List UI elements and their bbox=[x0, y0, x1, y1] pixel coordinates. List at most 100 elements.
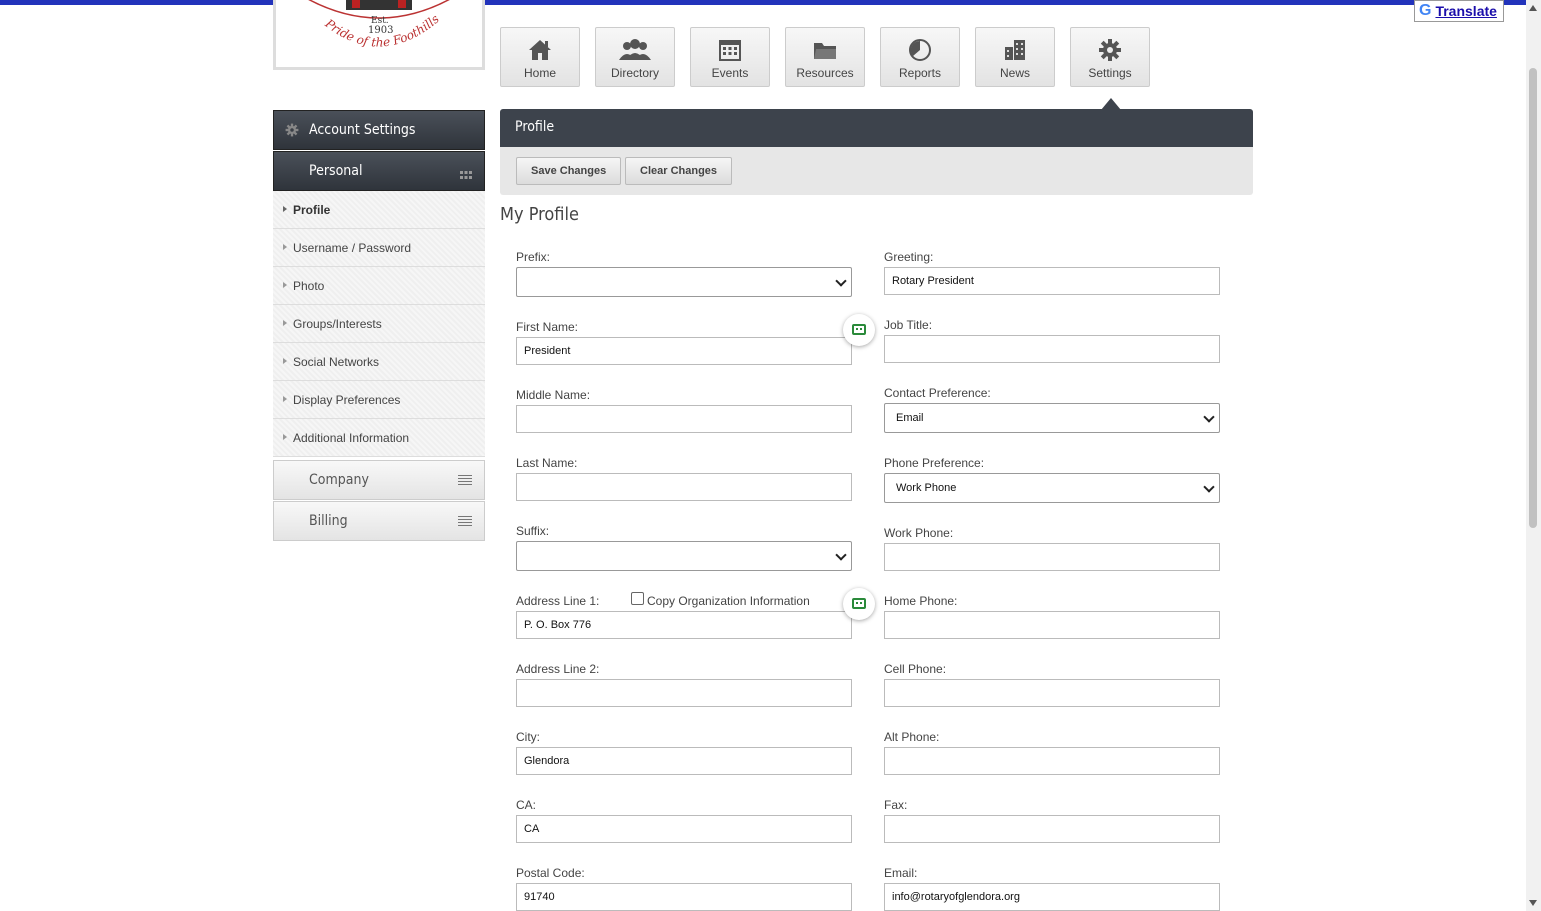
prefix-label: Prefix: bbox=[516, 250, 551, 264]
copy-organization-checkbox[interactable] bbox=[631, 592, 644, 605]
last-name-label: Last Name: bbox=[516, 456, 578, 470]
google-translate-widget[interactable]: G Translate bbox=[1414, 0, 1504, 22]
nav-events[interactable]: Events bbox=[690, 27, 770, 87]
autofill-address-icon[interactable] bbox=[843, 588, 875, 620]
calendar-icon bbox=[691, 38, 769, 64]
arrow-right-icon bbox=[283, 358, 287, 364]
sidebar-item-label: Groups/Interests bbox=[293, 317, 382, 331]
email-label: Email: bbox=[884, 866, 918, 880]
nav-directory-label: Directory bbox=[610, 66, 659, 80]
state-field[interactable]: CA bbox=[516, 815, 852, 843]
sidebar-personal-label: Personal bbox=[309, 163, 363, 179]
arrow-right-icon bbox=[283, 396, 287, 402]
nav-settings[interactable]: Settings bbox=[1070, 27, 1150, 110]
middle-name-field[interactable] bbox=[516, 405, 852, 433]
work-phone-label: Work Phone: bbox=[884, 526, 954, 540]
phone-preference-value: Work Phone bbox=[896, 482, 957, 494]
nav-news-label: News bbox=[999, 66, 1030, 80]
arrow-right-icon bbox=[283, 244, 287, 250]
alt-phone-field[interactable] bbox=[884, 747, 1220, 775]
cell-phone-label: Cell Phone: bbox=[884, 662, 947, 676]
nav-reports[interactable]: Reports bbox=[880, 27, 960, 87]
sidebar-account-settings: Account Settings bbox=[273, 110, 485, 150]
page-scrollbar[interactable] bbox=[1526, 0, 1541, 911]
home-phone-field[interactable] bbox=[884, 611, 1220, 639]
job-title-field[interactable] bbox=[884, 335, 1220, 363]
sidebar-item-photo[interactable]: Photo bbox=[273, 267, 485, 305]
nav-home-label: Home bbox=[523, 66, 556, 80]
section-title: My Profile bbox=[500, 204, 579, 225]
state-label: CA: bbox=[516, 798, 537, 812]
nav-resources[interactable]: Resources bbox=[785, 27, 865, 87]
home-icon bbox=[501, 38, 579, 64]
sidebar-item-additional-information[interactable]: Additional Information bbox=[273, 419, 485, 457]
sidebar-item-display-preferences[interactable]: Display Preferences bbox=[273, 381, 485, 419]
scroll-down-arrow-icon[interactable] bbox=[1529, 900, 1537, 906]
nav-directory[interactable]: Directory bbox=[595, 27, 675, 87]
scroll-up-arrow-icon[interactable] bbox=[1529, 5, 1537, 11]
sidebar-item-label: Username / Password bbox=[293, 241, 412, 255]
sidebar-section-company[interactable]: Company bbox=[273, 460, 485, 500]
chevron-down-icon bbox=[835, 275, 847, 287]
address1-field[interactable]: P. O. Box 776 bbox=[516, 611, 852, 639]
sidebar-item-label: Photo bbox=[293, 279, 325, 293]
first-name-field[interactable]: President bbox=[516, 337, 852, 365]
arrow-right-icon bbox=[283, 282, 287, 288]
scrollbar-thumb[interactable] bbox=[1529, 68, 1537, 528]
folder-icon bbox=[786, 38, 864, 64]
nav-resources-label: Resources bbox=[796, 66, 854, 80]
address2-field[interactable] bbox=[516, 679, 852, 707]
sidebar-item-social-networks[interactable]: Social Networks bbox=[273, 343, 485, 381]
translate-link[interactable]: Translate bbox=[1435, 3, 1496, 19]
city-field[interactable]: Glendora bbox=[516, 747, 852, 775]
sidebar-section-personal[interactable]: Personal bbox=[273, 151, 485, 191]
email-field[interactable]: info@rotaryofglendora.org bbox=[884, 883, 1220, 911]
gear-icon bbox=[1071, 38, 1149, 64]
address1-label: Address Line 1: bbox=[516, 594, 600, 608]
sidebar-company-label: Company bbox=[309, 472, 369, 488]
save-changes-button[interactable]: Save Changes bbox=[516, 157, 622, 185]
prefix-select[interactable] bbox=[516, 267, 852, 297]
logo-year: 1903 bbox=[368, 25, 393, 36]
sidebar-item-username-password[interactable]: Username / Password bbox=[273, 229, 485, 267]
phone-preference-select[interactable]: Work Phone bbox=[884, 473, 1220, 503]
nav-settings-label: Settings bbox=[1088, 66, 1132, 80]
sidebar-header-label: Account Settings bbox=[309, 122, 416, 138]
greeting-label: Greeting: bbox=[884, 250, 934, 264]
work-phone-field[interactable] bbox=[884, 543, 1220, 571]
contact-preference-value: Email bbox=[896, 412, 924, 424]
list-icon bbox=[458, 475, 472, 487]
contact-preference-select[interactable]: Email bbox=[884, 403, 1220, 433]
arrow-right-icon bbox=[283, 320, 287, 326]
panel-header: Profile bbox=[500, 109, 1253, 147]
nav-news[interactable]: News bbox=[975, 27, 1055, 87]
clear-changes-button[interactable]: Clear Changes bbox=[625, 157, 733, 185]
chevron-down-icon bbox=[835, 549, 847, 561]
settings-gear-icon bbox=[285, 123, 299, 137]
top-accent-bar bbox=[0, 0, 1526, 5]
chevron-down-icon bbox=[1203, 481, 1215, 493]
postal-code-field[interactable]: 91740 bbox=[516, 883, 852, 911]
suffix-select[interactable] bbox=[516, 541, 852, 571]
people-icon bbox=[596, 38, 674, 64]
greeting-field[interactable]: Rotary President bbox=[884, 267, 1220, 295]
sidebar-item-label: Social Networks bbox=[293, 355, 380, 369]
arrow-right-icon bbox=[283, 206, 287, 212]
sidebar-billing-label: Billing bbox=[309, 513, 348, 529]
sidebar-section-billing[interactable]: Billing bbox=[273, 501, 485, 541]
nav-home[interactable]: Home bbox=[500, 27, 580, 87]
copy-organization-label[interactable]: Copy Organization Information bbox=[647, 594, 810, 608]
alt-phone-label: Alt Phone: bbox=[884, 730, 940, 744]
middle-name-label: Middle Name: bbox=[516, 388, 591, 402]
cell-phone-field[interactable] bbox=[884, 679, 1220, 707]
club-logo[interactable]: Est. 1903 Pride of the Foothills bbox=[273, 0, 485, 70]
fax-field[interactable] bbox=[884, 815, 1220, 843]
sidebar-item-label: Profile bbox=[293, 203, 331, 217]
last-name-field[interactable] bbox=[516, 473, 852, 501]
sidebar-item-profile[interactable]: Profile bbox=[273, 191, 485, 229]
address2-label: Address Line 2: bbox=[516, 662, 600, 676]
home-phone-label: Home Phone: bbox=[884, 594, 958, 608]
first-name-label: First Name: bbox=[516, 320, 579, 334]
sidebar-item-groups-interests[interactable]: Groups/Interests bbox=[273, 305, 485, 343]
autofill-contact-icon[interactable] bbox=[843, 314, 875, 346]
